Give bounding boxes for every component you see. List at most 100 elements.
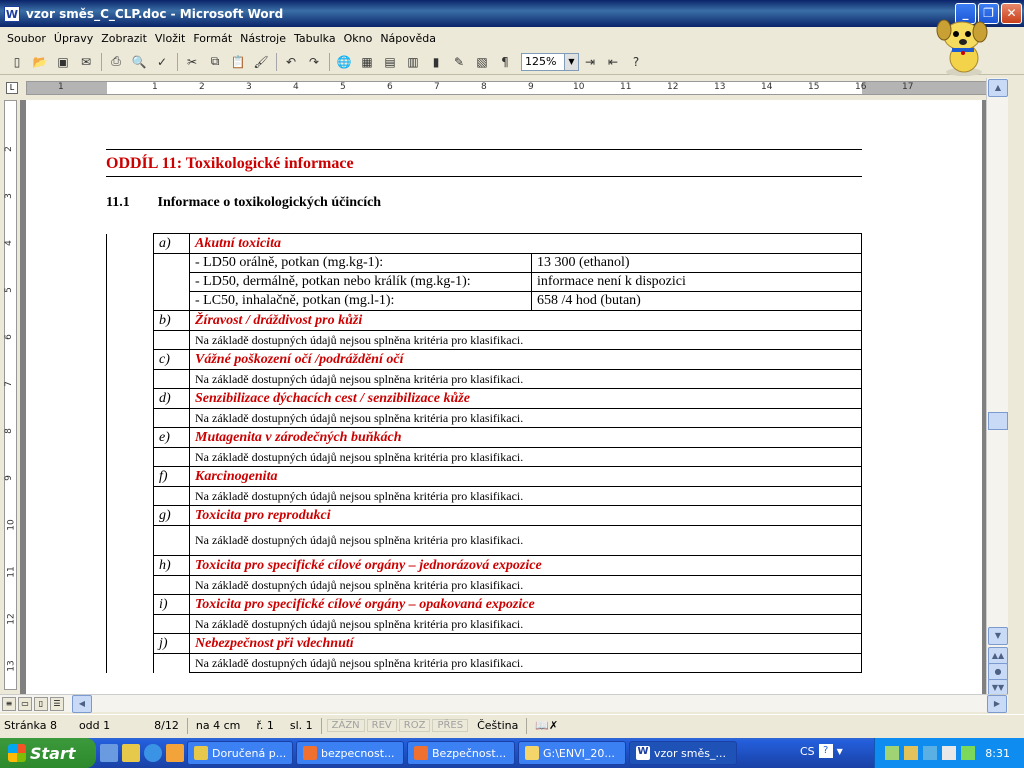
- row-title: Karcinogenita: [189, 466, 862, 487]
- menu-napoveda[interactable]: Nápověda: [377, 30, 439, 47]
- help-icon[interactable]: ?: [625, 51, 647, 73]
- status-column: sl. 1: [289, 719, 313, 732]
- format-painter-icon[interactable]: 🖌: [250, 51, 272, 73]
- new-document-icon[interactable]: ▯: [6, 51, 28, 73]
- toolbar-icon[interactable]: ⇤: [602, 51, 624, 73]
- redo-icon[interactable]: ↷: [303, 51, 325, 73]
- tables-borders-icon[interactable]: ▦: [356, 51, 378, 73]
- task-bezpecnost-1[interactable]: bezpecnost...: [296, 741, 404, 765]
- toxicity-parameter: - LD50 orálně, potkan (mg.kg-1):: [189, 253, 532, 273]
- menu-tabulka[interactable]: Tabulka: [291, 30, 339, 47]
- start-button[interactable]: Start: [0, 738, 96, 768]
- status-track-changes[interactable]: REV: [366, 719, 397, 732]
- vertical-ruler[interactable]: 2 3 4 5 6 7 8 9 10 11 12 13: [0, 100, 20, 690]
- chevron-down-icon[interactable]: ▼: [565, 52, 579, 71]
- outline-view-icon[interactable]: ☰: [50, 696, 64, 711]
- document-page[interactable]: ODDÍL 11: Toxikologické informace 11.1 I…: [26, 100, 982, 694]
- status-position: na 4 cm: [195, 719, 241, 732]
- status-overtype[interactable]: PŘES: [432, 719, 469, 732]
- quicklaunch-icon[interactable]: [122, 744, 140, 762]
- spelling-status-icon[interactable]: 📖✗: [531, 719, 562, 732]
- status-language[interactable]: Čeština: [473, 719, 522, 732]
- menu-upravy[interactable]: Úpravy: [51, 30, 96, 47]
- tray-network-icon[interactable]: [885, 746, 899, 760]
- scroll-left-icon[interactable]: ◀: [72, 694, 92, 713]
- menu-vlozit[interactable]: Vložit: [152, 30, 188, 47]
- print-icon[interactable]: ⎙: [105, 51, 127, 73]
- columns-icon[interactable]: ▮: [425, 51, 447, 73]
- tray-sync-icon[interactable]: [923, 746, 937, 760]
- task-label: Doručená p...: [212, 746, 287, 760]
- tab-selector[interactable]: L: [6, 82, 18, 94]
- task-bezpecnost-2[interactable]: Bezpečnost...: [407, 741, 515, 765]
- ruler-number: 1: [58, 82, 64, 92]
- status-extend[interactable]: ROZ: [398, 719, 431, 732]
- row-title: Senzibilizace dýchacích cest / senzibili…: [189, 388, 862, 409]
- task-label: bezpecnost...: [321, 746, 395, 760]
- tray-security-icon[interactable]: [942, 746, 956, 760]
- menu-soubor[interactable]: Soubor: [4, 30, 49, 47]
- document-map-icon[interactable]: ▧: [471, 51, 493, 73]
- word-app-icon[interactable]: W: [4, 5, 20, 22]
- tray-antivirus-icon[interactable]: [904, 746, 918, 760]
- table-row: Na základě dostupných údajů nejsou splně…: [107, 330, 862, 350]
- horizontal-ruler[interactable]: L 1 1 2 3 4 5 6 7 8 9 10 11 12 13 14 15 …: [0, 78, 1008, 98]
- web-view-icon[interactable]: ▭: [18, 696, 32, 711]
- vertical-scrollbar[interactable]: ▲ ▼ ▲▲ ● ▼▼: [986, 78, 1008, 697]
- print-preview-icon[interactable]: 🔍: [128, 51, 150, 73]
- horizontal-scrollbar[interactable]: ≡ ▭ ▯ ☰ ◀ ▶: [0, 694, 1008, 713]
- letter-blank-cell: [153, 525, 190, 556]
- toolbar-icon[interactable]: ⇥: [579, 51, 601, 73]
- help-icon: ?: [818, 744, 833, 758]
- office-assistant-dog-icon[interactable]: [930, 16, 998, 80]
- permission-icon[interactable]: ✉: [75, 51, 97, 73]
- hyperlink-icon[interactable]: 🌐: [333, 51, 355, 73]
- scroll-down-icon[interactable]: ▼: [988, 627, 1008, 645]
- task-word[interactable]: Wvzor směs_...: [629, 741, 737, 765]
- scroll-up-icon[interactable]: ▲: [988, 79, 1008, 97]
- table-row: Na základě dostupných údajů nejsou splně…: [107, 408, 862, 428]
- close-button[interactable]: ✕: [1001, 3, 1022, 24]
- status-record-macro[interactable]: ZÁZN: [326, 719, 365, 732]
- ruler-number: 8: [3, 428, 14, 434]
- row-letter: h): [153, 555, 190, 576]
- outlook-icon: [194, 746, 208, 760]
- cut-icon[interactable]: ✂: [181, 51, 203, 73]
- task-folder[interactable]: G:\ENVI_20...: [518, 741, 626, 765]
- clock[interactable]: 8:31: [985, 747, 1010, 760]
- ruler-number: 11: [620, 82, 632, 92]
- media-player-icon[interactable]: [166, 744, 184, 762]
- menu-format[interactable]: Formát: [190, 30, 235, 47]
- undo-icon[interactable]: ↶: [280, 51, 302, 73]
- show-hide-icon[interactable]: ¶: [494, 51, 516, 73]
- show-desktop-icon[interactable]: [100, 744, 118, 762]
- open-folder-icon[interactable]: 📂: [29, 51, 51, 73]
- normal-view-icon[interactable]: ≡: [2, 696, 16, 711]
- task-label: Bezpečnost...: [432, 746, 507, 760]
- paste-icon[interactable]: 📋: [227, 51, 249, 73]
- print-layout-icon[interactable]: ▯: [34, 696, 48, 711]
- ruler-number: 3: [246, 82, 252, 92]
- tray-status-icon[interactable]: [961, 746, 975, 760]
- menu-nastroje[interactable]: Nástroje: [237, 30, 289, 47]
- spelling-icon[interactable]: ✓: [151, 51, 173, 73]
- table-row: Na základě dostupných údajů nejsou splně…: [107, 447, 862, 467]
- internet-explorer-icon[interactable]: [144, 744, 162, 762]
- ruler-number: 1: [152, 82, 158, 92]
- menu-zobrazit[interactable]: Zobrazit: [98, 30, 150, 47]
- scroll-right-icon[interactable]: ▶: [987, 694, 1007, 713]
- zoom-select[interactable]: 125%: [521, 52, 565, 71]
- drawing-icon[interactable]: ✎: [448, 51, 470, 73]
- letter-blank-cell: [153, 486, 190, 506]
- save-icon[interactable]: ▣: [52, 51, 74, 73]
- status-section: odd 1: [78, 719, 111, 732]
- task-outlook[interactable]: Doručená p...: [187, 741, 293, 765]
- insert-table-icon[interactable]: ▤: [379, 51, 401, 73]
- language-bar[interactable]: CS ? ▼: [800, 744, 843, 758]
- row-title: Toxicita pro specifické cílové orgány – …: [189, 555, 862, 576]
- copy-icon[interactable]: ⧉: [204, 51, 226, 73]
- insert-excel-icon[interactable]: ▥: [402, 51, 424, 73]
- table-row: h) Toxicita pro specifické cílové orgány …: [107, 555, 862, 576]
- scroll-thumb[interactable]: [988, 412, 1008, 430]
- menu-okno[interactable]: Okno: [341, 30, 376, 47]
